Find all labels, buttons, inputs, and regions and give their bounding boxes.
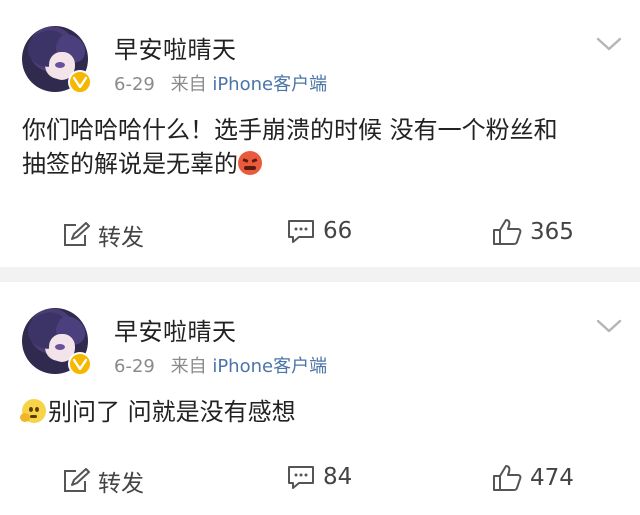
verified-badge-icon — [68, 70, 92, 94]
repost-icon — [64, 222, 90, 246]
post-meta: 6-29 来自 iPhone客户端 — [114, 352, 327, 378]
repost-icon — [64, 468, 90, 492]
weibo-post-1: 早安啦晴天 6-29 来自 iPhone客户端 你们哈哈哈什么！选手崩溃的时候 … — [0, 0, 640, 267]
comment-count: 66 — [323, 218, 353, 244]
post-date: 6-29 — [114, 74, 155, 95]
source-link[interactable]: iPhone客户端 — [212, 356, 327, 377]
comment-button[interactable]: 84 — [287, 464, 352, 490]
thumbs-up-icon — [493, 465, 522, 491]
post-text-line-1: 别问了 问就是没有感想 — [48, 398, 296, 426]
thumbs-up-icon — [493, 219, 522, 245]
post-separator — [0, 267, 640, 282]
source-link[interactable]: iPhone客户端 — [212, 74, 327, 95]
verified-badge-icon — [68, 352, 92, 376]
username[interactable]: 早安啦晴天 — [114, 312, 237, 347]
post-text-line-2: 抽签的解说是无辜的 — [22, 150, 238, 178]
weibo-post-2: 早安啦晴天 6-29 来自 iPhone客户端 别问了 问就是没有感想 转发 8… — [0, 282, 640, 515]
comment-icon — [288, 220, 314, 243]
angry-face-emoji-icon — [238, 151, 262, 175]
username[interactable]: 早安啦晴天 — [114, 30, 237, 65]
source-prefix: 来自 — [170, 356, 207, 377]
repost-button[interactable]: 转发 — [62, 464, 144, 498]
post-content: 别问了 问就是没有感想 — [20, 395, 624, 429]
post-meta: 6-29 来自 iPhone客户端 — [114, 70, 327, 96]
like-count: 474 — [530, 465, 574, 491]
chevron-down-icon[interactable] — [596, 36, 622, 52]
post-date: 6-29 — [114, 356, 155, 377]
source-prefix: 来自 — [170, 74, 207, 95]
like-count: 365 — [530, 219, 574, 245]
comment-count: 84 — [323, 464, 353, 490]
action-bar: 转发 84 474 — [0, 456, 640, 504]
repost-button[interactable]: 转发 — [62, 218, 144, 252]
like-button[interactable]: 474 — [492, 464, 574, 492]
repost-label: 转发 — [98, 225, 144, 251]
post-text-line-1: 你们哈哈哈什么！选手崩溃的时候 没有一个粉丝和 — [22, 116, 558, 144]
like-button[interactable]: 365 — [492, 218, 574, 246]
comment-icon — [288, 466, 314, 489]
post-content: 你们哈哈哈什么！选手崩溃的时候 没有一个粉丝和 抽签的解说是无辜的 — [22, 113, 624, 181]
repost-label: 转发 — [98, 471, 144, 497]
comment-button[interactable]: 66 — [287, 218, 352, 244]
chevron-down-icon[interactable] — [596, 318, 622, 334]
thinking-face-emoji-icon — [20, 399, 46, 423]
action-bar: 转发 66 365 — [0, 210, 640, 258]
